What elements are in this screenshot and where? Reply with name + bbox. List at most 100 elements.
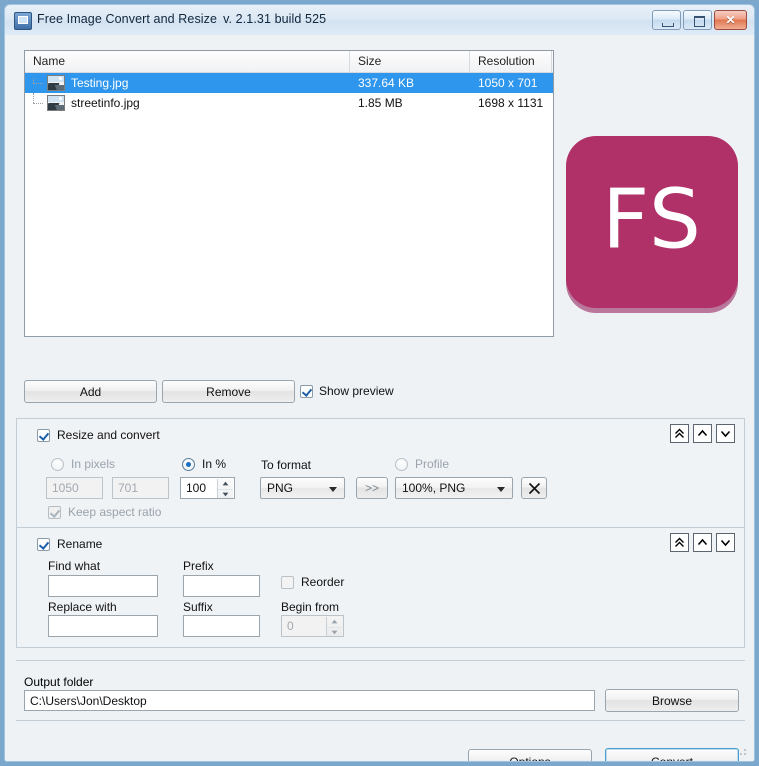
percent-stepper[interactable]: 100: [180, 477, 235, 499]
resize-enable-checkbox-box[interactable]: [37, 428, 50, 442]
begin-from-stepper-arrows[interactable]: [326, 617, 342, 637]
column-header-size[interactable]: Size: [350, 51, 470, 72]
format-select[interactable]: PNG: [260, 477, 345, 499]
suffix-label: Suffix: [183, 600, 213, 614]
prefix-input[interactable]: [183, 575, 260, 597]
profile-radio[interactable]: Profile: [395, 457, 449, 471]
begin-from-decrease-button[interactable]: [327, 628, 342, 637]
file-list-header: Name Size Resolution: [25, 51, 553, 73]
chevron-down-icon: [720, 430, 731, 438]
minimize-button[interactable]: [652, 10, 681, 30]
window-title: Free Image Convert and Resize v. 2.1.31 b…: [37, 12, 326, 26]
find-what-label: Find what: [48, 559, 101, 573]
file-list[interactable]: Name Size Resolution Testing.jpg 337.64 …: [24, 50, 554, 337]
to-format-label: To format: [261, 458, 312, 472]
in-pixels-label: In pixels: [71, 457, 116, 471]
rename-nav-buttons: [670, 533, 735, 552]
apply-profile-button[interactable]: >>: [356, 477, 388, 499]
show-preview-label: Show preview: [319, 384, 394, 398]
table-row[interactable]: streetinfo.jpg 1.85 MB 1698 x 1131: [25, 93, 553, 113]
suffix-input[interactable]: [183, 615, 260, 637]
column-header-resolution[interactable]: Resolution: [470, 51, 552, 72]
begin-from-label: Begin from: [281, 600, 340, 614]
in-pixels-radio-button[interactable]: [51, 457, 64, 471]
chevron-down-icon: [497, 487, 505, 492]
file-name-label: Testing.jpg: [71, 76, 129, 90]
reorder-checkbox[interactable]: Reorder: [281, 575, 344, 589]
resize-grip-icon[interactable]: [736, 745, 748, 757]
percent-value: 100: [186, 481, 207, 495]
profile-radio-button[interactable]: [395, 457, 408, 471]
chevron-up-icon: [697, 429, 708, 437]
column-header-name[interactable]: Name: [25, 51, 350, 72]
in-pixels-radio[interactable]: In pixels: [51, 457, 115, 471]
rename-enable-checkbox-box[interactable]: [37, 537, 50, 551]
output-divider: [16, 660, 745, 661]
move-up-button[interactable]: [693, 424, 712, 443]
profile-select-value: 100%, PNG: [402, 481, 466, 495]
table-row[interactable]: Testing.jpg 337.64 KB 1050 x 701: [25, 73, 553, 93]
find-what-input[interactable]: [48, 575, 158, 597]
begin-from-value: 0: [287, 619, 294, 633]
window-controls: ✕: [652, 10, 747, 30]
percent-decrease-button[interactable]: [218, 490, 233, 499]
in-percent-radio-button[interactable]: [182, 457, 195, 471]
begin-from-stepper[interactable]: 0: [281, 615, 344, 637]
move-down-button[interactable]: [716, 424, 735, 443]
prefix-label: Prefix: [183, 559, 214, 573]
replace-with-input[interactable]: [48, 615, 158, 637]
output-folder-input[interactable]: C:\Users\Jon\Desktop: [24, 690, 595, 711]
close-button[interactable]: ✕: [714, 10, 747, 30]
top-panel: Name Size Resolution Testing.jpg 337.64 …: [5, 35, 754, 403]
browse-button[interactable]: Browse: [605, 689, 739, 712]
rename-section-title: Rename: [57, 537, 103, 551]
image-thumbnail-icon: [47, 95, 65, 111]
remove-button[interactable]: Remove: [162, 380, 295, 403]
double-chevron-up-icon: [675, 428, 684, 438]
maximize-icon: [694, 16, 705, 27]
rename-enable-checkbox[interactable]: Rename: [37, 537, 102, 551]
width-input[interactable]: 1050: [46, 477, 103, 499]
collapse-all-button[interactable]: [670, 424, 689, 443]
resize-nav-buttons: [670, 424, 735, 443]
reorder-label: Reorder: [301, 575, 345, 589]
keep-aspect-ratio-checkbox[interactable]: Keep aspect ratio: [48, 505, 161, 519]
profile-select[interactable]: 100%, PNG: [395, 477, 513, 499]
tree-connector-icon: [25, 73, 47, 93]
app-window: Free Image Convert and Resize v. 2.1.31 b…: [4, 4, 755, 762]
output-folder-label: Output folder: [24, 675, 94, 689]
resize-enable-checkbox[interactable]: Resize and convert: [37, 428, 160, 442]
begin-from-increase-button[interactable]: [327, 617, 342, 628]
add-button[interactable]: Add: [24, 380, 157, 403]
fs-logo-text: FS: [602, 172, 702, 268]
profile-label: Profile: [415, 457, 450, 471]
in-percent-radio[interactable]: In %: [182, 457, 226, 471]
show-preview-checkbox-box[interactable]: [300, 384, 313, 398]
delete-profile-button[interactable]: [521, 477, 547, 499]
close-icon: ✕: [725, 13, 736, 27]
keep-aspect-ratio-checkbox-box[interactable]: [48, 505, 61, 519]
show-preview-checkbox[interactable]: Show preview: [300, 384, 394, 398]
percent-increase-button[interactable]: [218, 479, 233, 490]
collapse-all-button[interactable]: [670, 533, 689, 552]
triangle-down-icon: [222, 492, 229, 497]
height-input[interactable]: 701: [112, 477, 169, 499]
file-resolution-cell: 1698 x 1131: [478, 96, 544, 110]
fs-logo: FS: [566, 136, 738, 308]
close-x-icon: [528, 482, 540, 494]
chevron-down-icon: [720, 539, 731, 547]
convert-button[interactable]: Convert: [605, 748, 739, 761]
reorder-checkbox-box[interactable]: [281, 575, 294, 589]
chevron-up-icon: [697, 538, 708, 546]
move-down-button[interactable]: [716, 533, 735, 552]
percent-stepper-arrows[interactable]: [217, 479, 233, 499]
double-chevron-up-icon: [675, 537, 684, 547]
in-percent-label: In %: [202, 457, 227, 471]
file-size-cell: 337.64 KB: [358, 76, 415, 90]
options-button[interactable]: Options: [468, 749, 592, 761]
move-up-button[interactable]: [693, 533, 712, 552]
triangle-up-icon: [222, 481, 229, 486]
client-area: Name Size Resolution Testing.jpg 337.64 …: [5, 35, 754, 761]
maximize-button[interactable]: [683, 10, 712, 30]
title-bar: Free Image Convert and Resize v. 2.1.31 b…: [5, 5, 754, 36]
